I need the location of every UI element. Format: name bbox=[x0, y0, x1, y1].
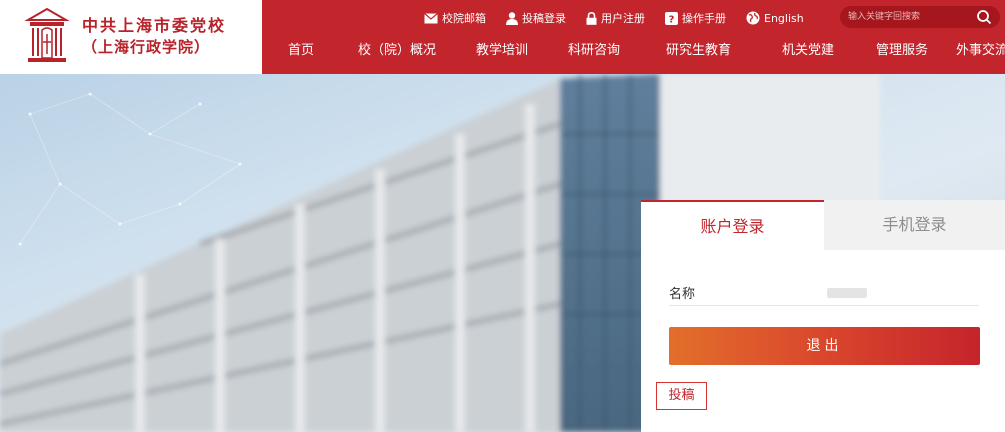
nav-item-teaching[interactable]: 教学培训 bbox=[476, 36, 528, 66]
name-value-redacted bbox=[827, 288, 867, 298]
mailbox-link[interactable]: 校院邮箱 bbox=[424, 10, 486, 26]
nav-item-services[interactable]: 管理服务 bbox=[876, 36, 928, 66]
nav-item-research[interactable]: 科研咨询 bbox=[568, 36, 620, 66]
nav-item-overview[interactable]: 校（院）概况 bbox=[358, 36, 436, 66]
lock-icon bbox=[586, 11, 597, 25]
logout-button[interactable]: 退出 bbox=[669, 327, 980, 365]
nav-item-foreign-affairs[interactable]: 外事交流 bbox=[956, 36, 1005, 66]
logo-title: 中共上海市委党校 bbox=[82, 16, 227, 35]
tab-account-login[interactable]: 账户登录 bbox=[641, 200, 824, 250]
nav-item-graduate[interactable]: 研究生教育 bbox=[666, 36, 731, 66]
person-icon bbox=[506, 11, 518, 25]
utility-links: 校院邮箱 投稿登录 用户注册 ? 操作手册 English bbox=[424, 8, 824, 28]
mail-icon bbox=[424, 12, 438, 23]
nav-item-party-building[interactable]: 机关党建 bbox=[782, 36, 834, 66]
submission-login-link[interactable]: 投稿登录 bbox=[506, 10, 566, 26]
search-icon[interactable] bbox=[976, 9, 992, 25]
logo-subtitle: （上海行政学院） bbox=[82, 38, 211, 56]
svg-text:?: ? bbox=[669, 14, 675, 25]
manual-link[interactable]: ? 操作手册 bbox=[665, 10, 726, 26]
site-logo[interactable]: 中共上海市委党校 （上海行政学院） bbox=[22, 6, 242, 68]
header-red-bar: 校院邮箱 投稿登录 用户注册 ? 操作手册 English 输入关键字回搜索 首… bbox=[262, 0, 1005, 74]
register-link[interactable]: 用户注册 bbox=[586, 10, 645, 26]
globe-icon bbox=[746, 11, 760, 25]
school-emblem-icon bbox=[24, 7, 70, 62]
submit-article-link[interactable]: 投稿 bbox=[656, 382, 707, 410]
nav-item-home[interactable]: 首页 bbox=[288, 36, 314, 66]
submission-login-link-label: 投稿登录 bbox=[522, 12, 566, 25]
name-label: 名称 bbox=[669, 287, 696, 302]
search-input[interactable] bbox=[848, 9, 968, 25]
manual-link-label: 操作手册 bbox=[682, 12, 726, 25]
site-header: 中共上海市委党校 （上海行政学院） 校院邮箱 投稿登录 用户注册 ? 操作手册 … bbox=[0, 0, 1005, 74]
mailbox-link-label: 校院邮箱 bbox=[442, 12, 486, 25]
help-icon: ? bbox=[665, 11, 678, 25]
login-panel: 账户登录 手机登录 名称 退出 投稿 bbox=[641, 200, 1005, 432]
english-link-label: English bbox=[764, 11, 804, 25]
register-link-label: 用户注册 bbox=[601, 12, 645, 25]
english-link[interactable]: English bbox=[746, 11, 804, 25]
tab-phone-login[interactable]: 手机登录 bbox=[824, 200, 1005, 250]
search-box bbox=[840, 6, 1000, 28]
field-divider bbox=[669, 305, 979, 306]
